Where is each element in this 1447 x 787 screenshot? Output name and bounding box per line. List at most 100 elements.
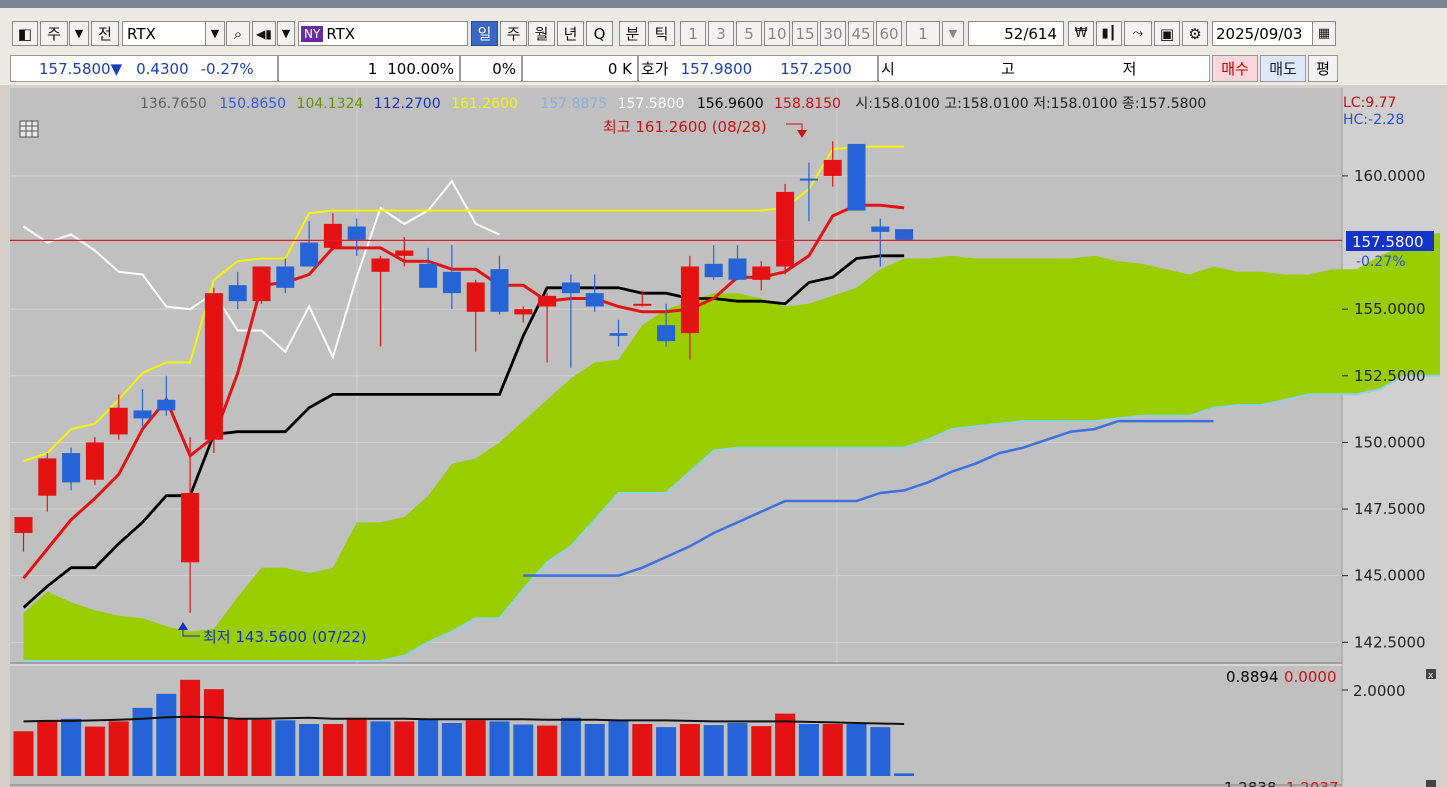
speaker-icon[interactable]: ◀▮ xyxy=(252,21,276,46)
interval-dropdown-icon[interactable]: ▼ xyxy=(942,21,964,46)
volume-bar-6 xyxy=(156,693,177,776)
tab-period-day[interactable]: 일 xyxy=(471,21,498,46)
interval-30[interactable]: 30 xyxy=(820,21,846,46)
volume-bar-9 xyxy=(227,718,248,776)
line-tool-icon[interactable]: ⤳ xyxy=(1124,21,1152,46)
date-field[interactable]: 2025/09/03 xyxy=(1212,21,1314,46)
tab-period-tick[interactable]: 틱 xyxy=(648,21,675,46)
interval-1[interactable]: 1 xyxy=(680,21,706,46)
candle-body-19 xyxy=(466,282,485,312)
interval-10[interactable]: 10 xyxy=(764,21,790,46)
volume-bar-34 xyxy=(822,724,843,776)
volume-bar-31 xyxy=(751,726,772,776)
save-icon[interactable]: ▣ xyxy=(1154,21,1180,46)
page-total: /614 xyxy=(1023,24,1057,43)
hoga-label: 호가 xyxy=(641,60,669,78)
legend-v8: 156.9600 xyxy=(697,96,764,112)
volume-bar-16 xyxy=(394,721,415,776)
candle-body-28 xyxy=(680,266,699,334)
btn-ju[interactable]: 주 xyxy=(40,21,68,46)
candle-body-8 xyxy=(204,293,223,440)
volume-bar-0 xyxy=(13,731,34,776)
volume-bar-18 xyxy=(441,722,462,776)
interval-45[interactable]: 45 xyxy=(848,21,874,46)
interval-3[interactable]: 3 xyxy=(708,21,734,46)
volume-bar-4 xyxy=(108,721,129,776)
axis-label-7: 142.5000 xyxy=(1354,633,1426,651)
search-icon[interactable]: ⌕ xyxy=(226,21,250,46)
price-change-pct: -0.27% xyxy=(200,59,254,78)
quote-ratio: 100.00% xyxy=(387,59,454,78)
legend-ohlc: 시:158.0100 고:158.0100 저:158.0100 종:157.5… xyxy=(855,96,1206,112)
interval-count[interactable]: 1 xyxy=(906,21,940,46)
legend-v7: 157.5800 xyxy=(618,96,685,112)
legend-v5: 161.2600 xyxy=(451,96,518,112)
low-label: 저 xyxy=(1122,60,1137,78)
buy-button[interactable]: 매수 xyxy=(1212,55,1258,82)
quote-ohl-cell: 시 고 저 xyxy=(878,55,1210,82)
volume-bar-27 xyxy=(656,727,677,776)
quote-price-cell: 157.5800 ▼ 0.4300 -0.27% xyxy=(10,55,278,82)
bottom-pane-label-2: 1.2037 xyxy=(1286,779,1339,787)
tab-period-week[interactable]: 주 xyxy=(500,21,527,46)
interval-60[interactable]: 60 xyxy=(876,21,902,46)
ask-price: 157.9800 xyxy=(680,59,753,78)
annotation-low: 최저 143.5600 (07/22) xyxy=(203,628,367,646)
candle-body-34 xyxy=(823,159,842,176)
candle-body-18 xyxy=(442,271,461,294)
volume-bar-21 xyxy=(513,724,534,776)
volume-bar-13 xyxy=(322,724,343,776)
interval-15[interactable]: 15 xyxy=(792,21,818,46)
candle-body-29 xyxy=(704,263,723,278)
exchange-badge: NY xyxy=(301,25,324,42)
symbol-input[interactable]: RTX xyxy=(122,21,206,46)
down-arrow-icon: ▼ xyxy=(110,59,123,78)
volume-bar-24 xyxy=(584,724,605,776)
candle-body-12 xyxy=(300,242,319,267)
tab-period-year[interactable]: 년 xyxy=(557,21,584,46)
price-tag-pct: -0.27% xyxy=(1356,254,1406,270)
candle-body-37 xyxy=(895,229,914,240)
candle-body-21 xyxy=(514,309,533,315)
gear-icon[interactable]: ⚙ xyxy=(1182,21,1208,46)
volume-bar-7 xyxy=(180,679,201,776)
chevron-down-icon[interactable]: ▼ xyxy=(69,21,89,46)
candle-body-24 xyxy=(585,293,604,307)
candle-type-icon[interactable]: ▮┃ xyxy=(1096,21,1122,46)
volume-bar-8 xyxy=(203,689,224,776)
candle-body-25 xyxy=(609,333,628,336)
legend-v3: 104.1324 xyxy=(297,96,364,112)
sell-button[interactable]: 매도 xyxy=(1260,55,1306,82)
price-tag-value: 157.5800 xyxy=(1352,233,1424,251)
volume-bar-17 xyxy=(418,719,439,776)
volume-bar-33 xyxy=(798,724,819,776)
legend-v4: 112.2700 xyxy=(374,96,441,112)
avg-button[interactable]: 평 xyxy=(1308,55,1338,82)
symbol-name-field[interactable]: NY RTX xyxy=(298,21,468,46)
volume-bar-3 xyxy=(84,726,105,776)
svg-text:x: x xyxy=(1428,671,1434,681)
chart-menu-icon[interactable] xyxy=(19,120,39,138)
candle-body-14 xyxy=(347,226,366,240)
layout-icon[interactable]: ◧ xyxy=(12,21,38,46)
candle-body-13 xyxy=(323,223,342,248)
close-pane-icon-2[interactable] xyxy=(1426,780,1436,787)
symbol-dropdown-icon[interactable]: ▼ xyxy=(205,21,225,46)
interval-5[interactable]: 5 xyxy=(736,21,762,46)
btn-jeon[interactable]: 전 xyxy=(91,21,119,46)
tab-period-quarter[interactable]: Q xyxy=(586,21,613,46)
chart-area[interactable]: 160.0000 155.0000 152.5000 150.0000 147.5000… xyxy=(10,88,1440,787)
symbol-name: RTX xyxy=(326,24,356,43)
volume-bar-11 xyxy=(275,720,296,776)
candle-body-17 xyxy=(419,263,438,288)
axis-label-2: 155.0000 xyxy=(1354,300,1426,318)
candle-body-2 xyxy=(62,453,81,483)
volume-bar-37 xyxy=(894,773,915,776)
page-counter-field[interactable]: 52/614 xyxy=(968,21,1064,46)
candle-body-3 xyxy=(85,442,104,480)
tab-period-month[interactable]: 월 xyxy=(528,21,555,46)
chevron-down-icon-2[interactable]: ▼ xyxy=(277,21,295,46)
tab-period-minute[interactable]: 분 xyxy=(619,21,646,46)
calendar-icon[interactable]: ▦ xyxy=(1312,21,1336,46)
currency-icon[interactable]: ₩ xyxy=(1068,21,1094,46)
